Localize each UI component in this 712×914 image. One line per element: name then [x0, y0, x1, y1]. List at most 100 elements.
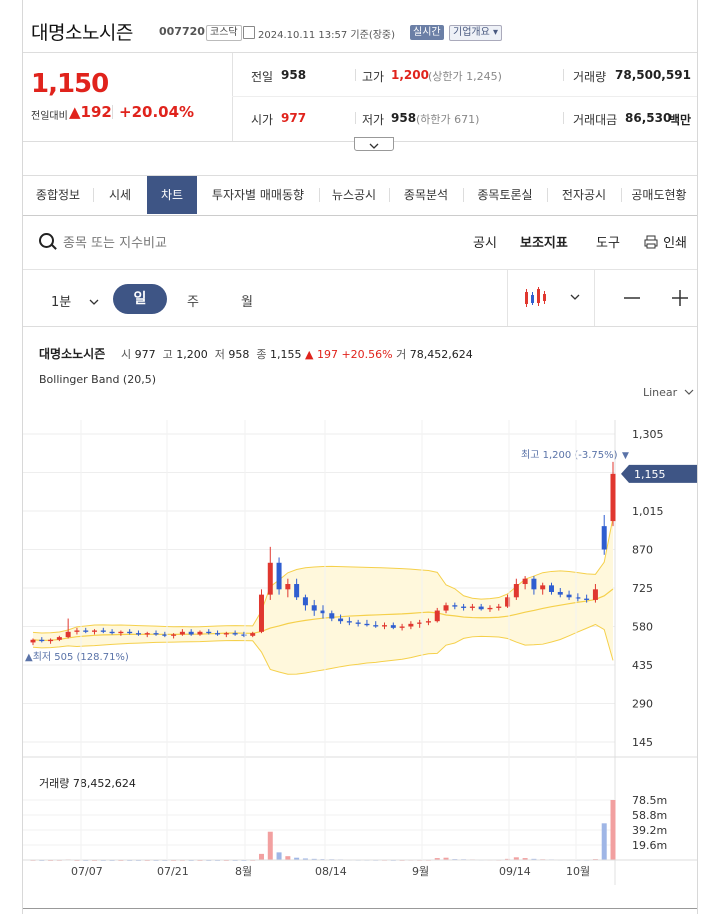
bollinger-band-area	[33, 517, 613, 675]
open-value: 977	[134, 348, 156, 361]
candle	[592, 589, 598, 600]
market-badge: 코스닥	[206, 25, 242, 41]
tab-overview[interactable]: 종합정보	[23, 176, 93, 214]
candle	[65, 631, 71, 638]
menu-disclosure[interactable]: 공시	[473, 232, 497, 251]
tab-discussion[interactable]: 종목토론실	[463, 176, 547, 214]
scale-dropdown[interactable]: Linear	[643, 386, 694, 399]
minute-interval-dropdown[interactable]: 1분	[51, 291, 99, 310]
open-label: 시가	[251, 113, 274, 127]
candle	[285, 584, 291, 590]
chevron-down-icon: ▾	[493, 27, 499, 38]
period-month-button[interactable]: 월	[241, 291, 253, 310]
candle	[100, 630, 106, 632]
x-tick-label: 9월	[412, 865, 429, 878]
candle	[399, 626, 405, 628]
compare-search-input[interactable]: 종목 또는 지수비교	[63, 232, 167, 251]
x-tick-label: 09/14	[499, 865, 531, 878]
candle	[48, 639, 54, 642]
menu-indicators[interactable]: 보조지표	[520, 232, 568, 251]
x-tick-label: 8월	[235, 865, 252, 878]
open-label: 시	[121, 348, 132, 361]
price-change: ▲192	[69, 103, 112, 121]
divider	[355, 69, 356, 81]
x-tick-label: 10월	[566, 865, 590, 878]
candle	[127, 631, 133, 634]
scale-label: Linear	[643, 386, 678, 399]
volume-bar	[258, 853, 264, 860]
low-value: 958	[391, 111, 417, 125]
menu-tools[interactable]: 도구	[596, 232, 620, 251]
period-week-button[interactable]: 주	[187, 291, 199, 310]
candle	[311, 605, 317, 611]
stock-page: 대명소노시즌 007720 코스닥 2024.10.11 13:57 기준(장중…	[22, 0, 698, 914]
max-price-label: 최고 1,200 (-3.75%)	[521, 449, 618, 461]
indicator-label: Bollinger Band (20,5)	[39, 373, 156, 386]
timestamp: 2024.10.11 13:57 기준(장중)	[258, 30, 396, 41]
tab-news[interactable]: 뉴스공시	[319, 176, 389, 214]
divider	[594, 270, 595, 326]
candle	[461, 606, 467, 608]
chart-stock-name: 대명소노시즌	[39, 347, 106, 361]
volume-title: 거래량 78,452,624	[39, 777, 136, 790]
expand-toggle-button[interactable]	[354, 137, 394, 151]
price-chart[interactable]: 1,3051,1601,015870725580435290145최고 1,20…	[23, 420, 697, 885]
candle	[118, 631, 124, 634]
y-tick-label: 290	[632, 698, 653, 711]
amount-value: 86,530	[625, 111, 672, 125]
low-label: 저가	[362, 113, 385, 127]
candle	[30, 639, 36, 643]
candle	[390, 625, 396, 628]
print-label: 인쇄	[663, 236, 688, 251]
candle	[540, 585, 546, 590]
ohlc-readout: 시 977 고 1,200 저 958 종 1,155 ▲ 197 +20.56…	[121, 346, 473, 362]
tab-investor-trading[interactable]: 투자자별 매매동향	[197, 176, 319, 214]
candle	[452, 605, 458, 607]
tab-analysis[interactable]: 종목분석	[389, 176, 463, 214]
close-label: 종	[256, 348, 267, 361]
candle	[557, 591, 563, 595]
candle	[329, 613, 335, 619]
candle	[267, 562, 273, 595]
printer-icon	[644, 235, 658, 249]
candle	[171, 634, 177, 636]
volume-tick-label: 39.2m	[632, 824, 667, 837]
tab-short-selling[interactable]: 공매도현황	[621, 176, 697, 214]
realtime-badge: 실시간	[410, 25, 444, 40]
divider	[112, 105, 113, 119]
candle	[443, 605, 449, 611]
candle	[487, 607, 493, 610]
print-button[interactable]: 인쇄	[644, 232, 687, 251]
zoom-out-button[interactable]	[624, 290, 640, 310]
candle	[250, 633, 256, 636]
chart-type-dropdown[interactable]	[523, 286, 583, 314]
candle	[601, 526, 607, 550]
tab-quotes[interactable]: 시세	[93, 176, 147, 214]
y-tick-label: 725	[632, 582, 653, 595]
chevron-down-icon	[684, 389, 694, 395]
candle	[584, 598, 590, 600]
tab-chart[interactable]: 차트	[147, 176, 197, 214]
open-value: 977	[281, 111, 307, 125]
candle	[276, 562, 282, 590]
candle	[153, 633, 159, 635]
company-info-dropdown[interactable]: 기업개요 ▾	[449, 25, 503, 41]
volume-tick-label: 19.6m	[632, 839, 667, 852]
min-price-label: ▲최저 505 (128.71%)	[25, 651, 129, 663]
company-info-label: 기업개요	[453, 27, 490, 38]
volume-label: 거래량	[573, 70, 607, 84]
calendar-icon	[243, 26, 255, 39]
change-label: 전일대비	[31, 111, 68, 122]
tab-disclosure[interactable]: 전자공시	[547, 176, 621, 214]
divider	[563, 69, 564, 81]
volume-bar	[276, 852, 282, 860]
divider	[507, 270, 508, 326]
candle	[610, 473, 616, 522]
zoom-in-button[interactable]	[672, 290, 688, 310]
candle	[135, 633, 141, 635]
period-day-button[interactable]: 일	[113, 284, 167, 314]
search-icon[interactable]	[39, 233, 54, 248]
minute-label: 1분	[51, 295, 72, 310]
candlestick-icon	[525, 287, 580, 307]
candle	[382, 625, 388, 627]
